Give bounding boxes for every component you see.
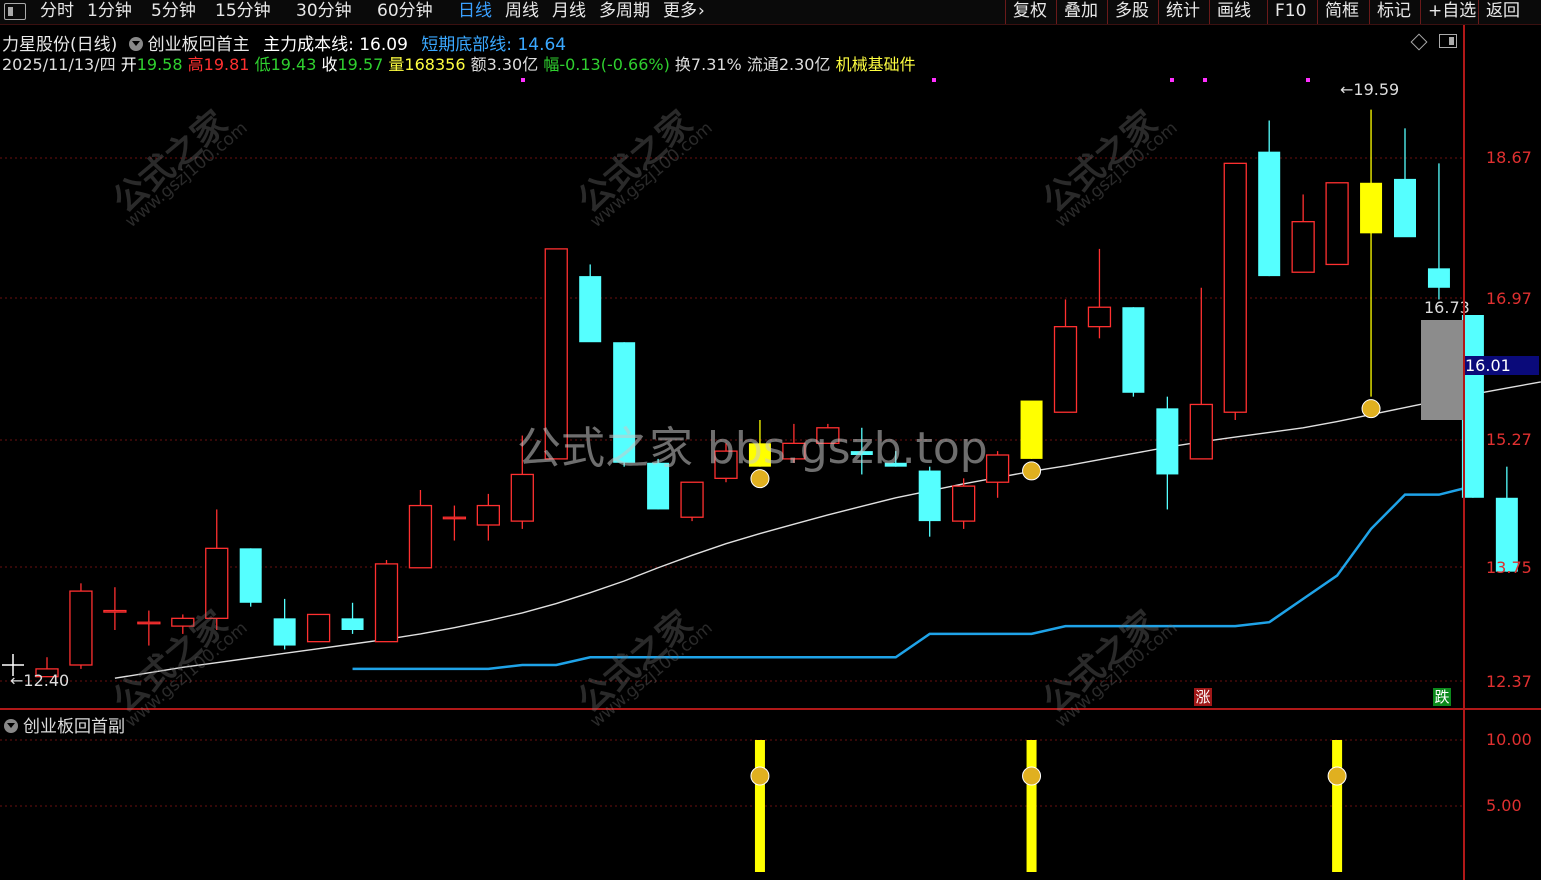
marker-dot [1170, 78, 1174, 82]
candle-body [1122, 307, 1145, 393]
axis-line [1463, 25, 1465, 880]
price-label: 12.37 [1486, 672, 1532, 691]
candle-body [341, 618, 364, 630]
candle-body [137, 621, 161, 625]
projection-box [1421, 320, 1463, 420]
signal-bar [754, 740, 765, 872]
candle-body [69, 590, 93, 666]
candle-body [1427, 268, 1450, 288]
current-price-label: 16.01 [1465, 356, 1539, 375]
candle-body [1156, 408, 1179, 475]
money-bag-icon [1022, 461, 1042, 481]
money-bag-icon [1327, 766, 1347, 786]
money-bag-icon [750, 766, 770, 786]
candle-body [510, 473, 534, 522]
signal-bar [1332, 740, 1343, 872]
candle-body [1291, 221, 1315, 273]
price-axis: 18.67 16.97 15.27 13.75 12.37 16.01 10.0… [1463, 25, 1541, 880]
candle-body [918, 470, 941, 522]
price-label: 15.27 [1486, 430, 1532, 449]
candle-body [1223, 162, 1247, 413]
candle-body [273, 618, 296, 646]
signal-bar [1026, 740, 1037, 872]
candle-body [408, 504, 433, 569]
candle-body [1325, 182, 1349, 266]
candle-body [1087, 306, 1112, 328]
sub-label: 5.00 [1486, 796, 1522, 815]
candle-body [306, 613, 331, 643]
candle-body [1053, 326, 1078, 413]
candle-body [1394, 178, 1416, 238]
rise-badge: 涨 [1194, 688, 1212, 706]
price-label: 16.97 [1486, 289, 1532, 308]
marker-dot [1203, 78, 1207, 82]
candle-body [952, 485, 976, 522]
candle-body [442, 516, 467, 520]
marker-dot [521, 78, 525, 82]
money-bag-icon [1022, 766, 1042, 786]
sub-panel-title: 创业板回首副 [4, 712, 125, 737]
candle-body [374, 563, 399, 643]
candle-body [239, 548, 262, 603]
candle-body [1189, 403, 1213, 460]
price-label: 18.67 [1486, 148, 1532, 167]
site-watermark: 公式之家 bbs.gszb.top [517, 423, 988, 474]
candle-body [103, 609, 127, 613]
candle-body [1360, 182, 1383, 234]
candle-body [985, 454, 1010, 483]
min-price-marker: ←12.40 [10, 671, 69, 690]
fall-badge: 跌 [1433, 688, 1451, 706]
price-label: 13.75 [1486, 558, 1532, 577]
sub-label: 10.00 [1486, 730, 1532, 749]
candle-body [680, 481, 704, 518]
candle-body [1020, 400, 1043, 459]
marker-dot [932, 78, 936, 82]
marker-dot [1306, 78, 1310, 82]
dropdown-icon[interactable] [4, 719, 18, 733]
max-price-marker: ←19.59 [1340, 80, 1399, 99]
money-bag-icon [1361, 399, 1381, 419]
candle-body [579, 276, 602, 343]
sub-indicator-name[interactable]: 创业板回首副 [23, 717, 125, 737]
candle-body [476, 504, 501, 526]
candle-body [1258, 151, 1281, 277]
